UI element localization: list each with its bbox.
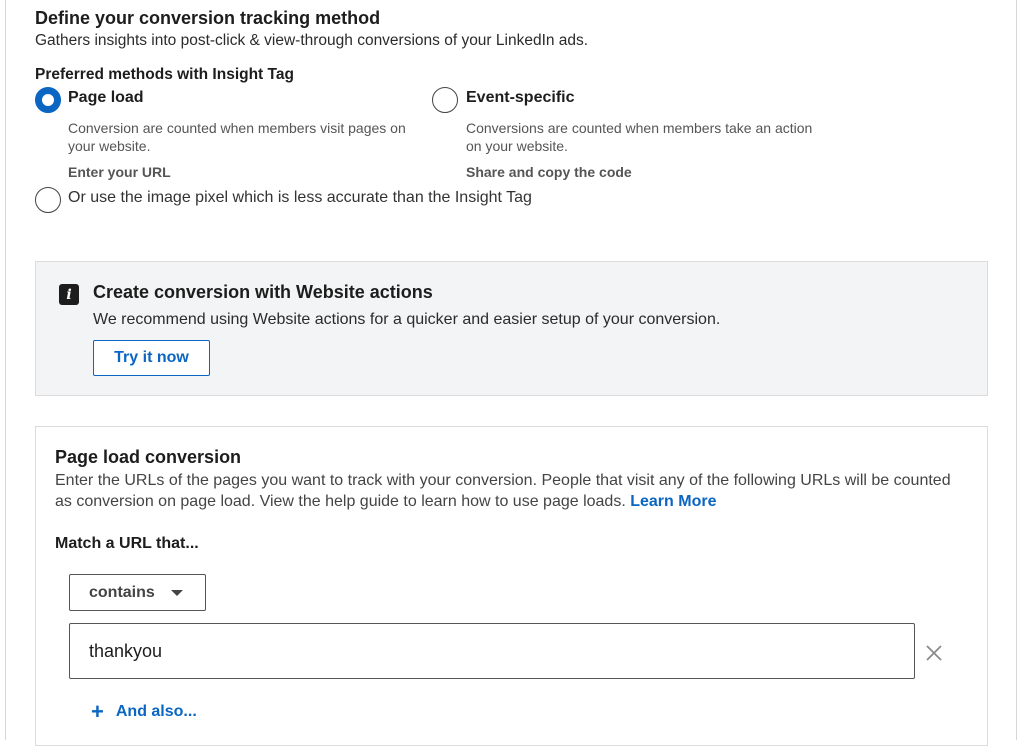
callout-text: We recommend using Website actions for a… — [93, 311, 721, 328]
caret-down-icon — [171, 590, 183, 596]
match-url-label: Match a URL that... — [55, 535, 199, 552]
card-description: Enter the URLs of the pages you want to … — [55, 470, 965, 512]
add-url-label: And also... — [115, 703, 197, 720]
page-load-description: Conversion are counted when members visi… — [68, 120, 406, 154]
section-title: Define your conversion tracking method — [35, 8, 381, 28]
page-load-radio[interactable] — [35, 87, 61, 113]
plus-icon: + — [91, 699, 104, 724]
methods-label: Preferred methods with Insight Tag — [35, 66, 294, 83]
event-specific-radio[interactable] — [432, 87, 458, 113]
try-it-now-button[interactable]: Try it now — [93, 340, 210, 376]
card-title: Page load conversion — [55, 447, 242, 467]
page-load-action: Enter your URL — [68, 164, 171, 180]
card-description-text: Enter the URLs of the pages you want to … — [55, 472, 951, 510]
page-load-title[interactable]: Page load — [68, 89, 144, 107]
section-subtitle: Gathers insights into post-click & view-… — [35, 32, 589, 49]
event-specific-title[interactable]: Event-specific — [466, 89, 574, 107]
url-input[interactable] — [69, 623, 915, 679]
info-icon: i — [59, 284, 79, 305]
event-specific-description: Conversions are counted when members tak… — [466, 120, 813, 154]
match-type-dropdown[interactable]: contains — [69, 574, 206, 611]
image-pixel-label[interactable]: Or use the image pixel which is less acc… — [68, 189, 532, 207]
learn-more-link[interactable]: Learn More — [630, 493, 716, 510]
match-type-value: contains — [89, 583, 155, 601]
image-pixel-radio[interactable] — [35, 187, 61, 213]
callout-title: Create conversion with Website actions — [93, 282, 433, 302]
event-specific-action: Share and copy the code — [466, 164, 632, 180]
add-url-button[interactable]: + And also... — [91, 699, 197, 724]
close-icon[interactable] — [923, 642, 945, 664]
